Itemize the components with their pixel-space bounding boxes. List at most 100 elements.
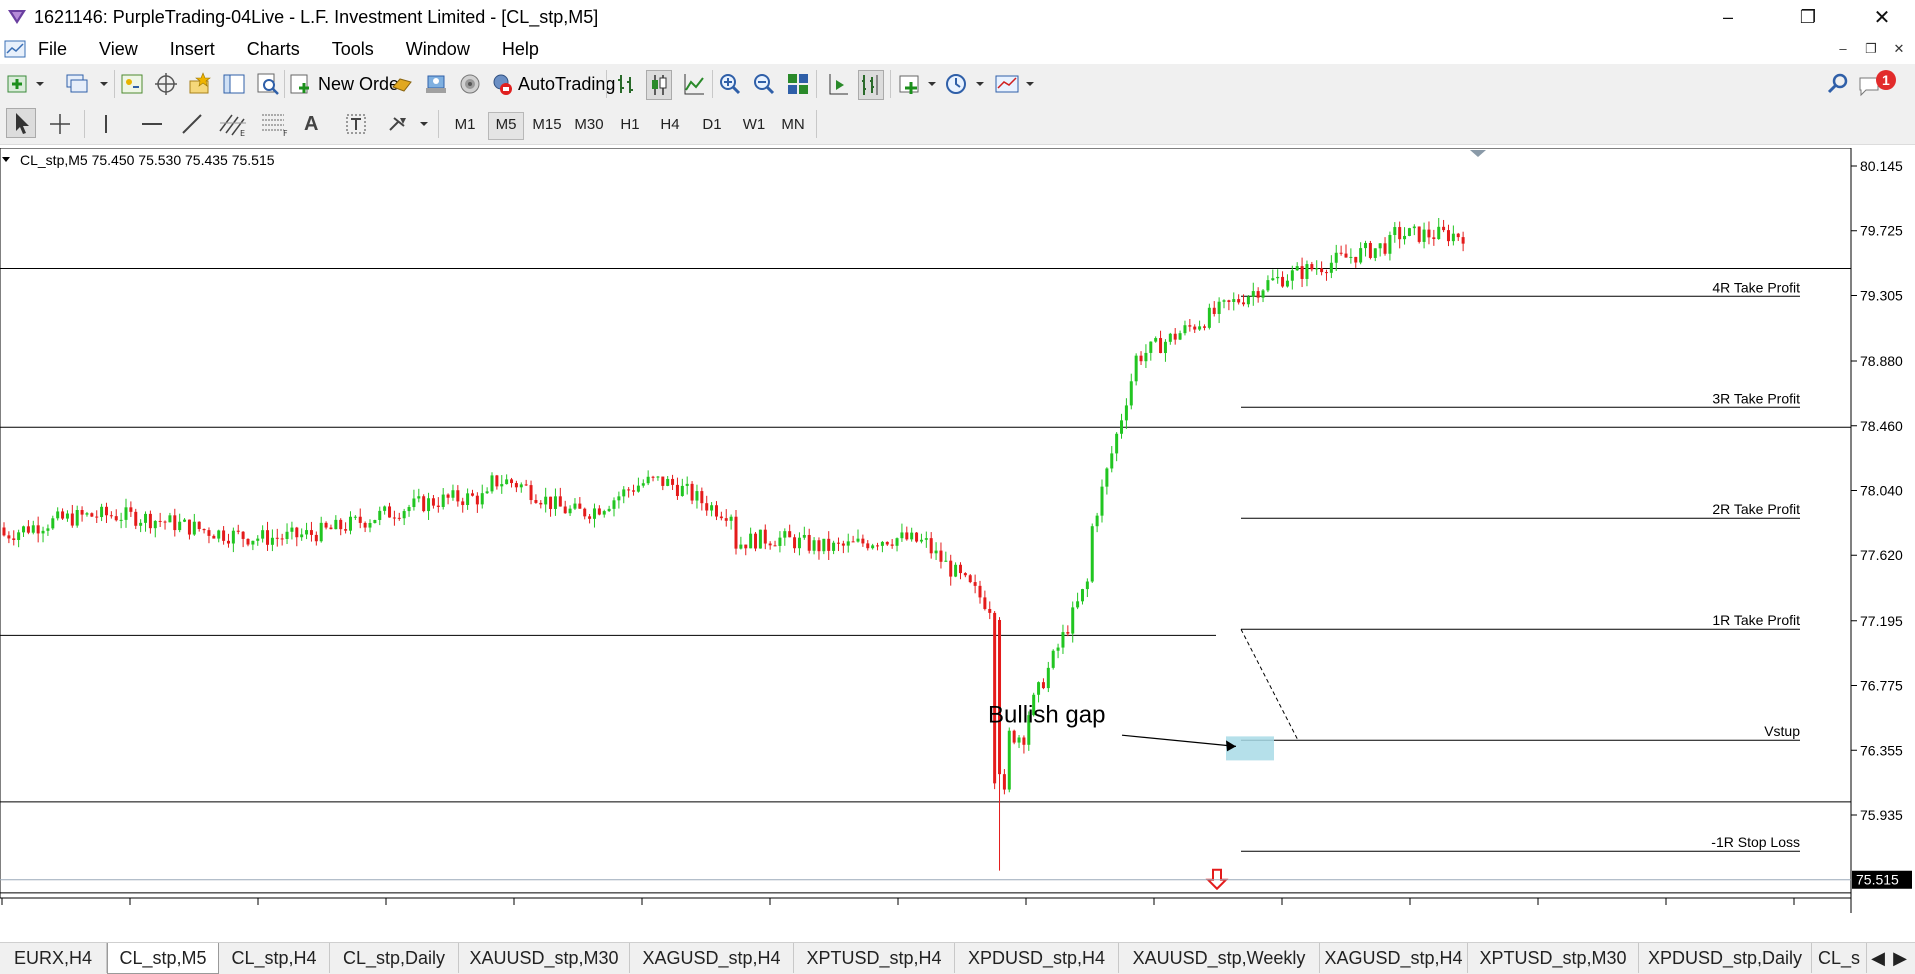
chart-header: CL_stp,M5 75.450 75.530 75.435 75.515: [20, 152, 275, 168]
tab-xagusd-stp-h4[interactable]: XAGUSD_stp,H4: [630, 943, 794, 973]
tab-xauusd-stp-m30[interactable]: XAUUSD_stp,M30: [459, 943, 630, 973]
strategy-tester-button[interactable]: [256, 70, 280, 98]
candle-body: [524, 484, 528, 486]
tile-windows-button[interactable]: [786, 70, 810, 98]
signals-button[interactable]: [424, 70, 448, 98]
timeframe-mn[interactable]: MN: [776, 112, 810, 138]
metaquotes-market-button[interactable]: [390, 70, 414, 98]
tab-xpdusd-stp-daily[interactable]: XPDUSD_stp,Daily: [1639, 943, 1812, 973]
minimize-button[interactable]: –: [1698, 0, 1758, 34]
tab-xptusd-stp-m30[interactable]: XPTUSD_stp,M30: [1468, 943, 1639, 973]
timeframe-d1[interactable]: D1: [695, 112, 729, 138]
tab-cl-s[interactable]: CL_s: [1812, 943, 1867, 973]
cursor-button[interactable]: [6, 108, 36, 138]
equidistant-channel-button[interactable]: E: [218, 110, 248, 138]
notifications-button[interactable]: 1: [1858, 70, 1898, 98]
timeframe-m5[interactable]: M5: [488, 112, 524, 140]
candle-body: [1178, 333, 1182, 340]
timeframe-h1[interactable]: H1: [613, 112, 647, 138]
candle-body: [900, 532, 904, 539]
candle-body: [12, 538, 16, 540]
menu-tools[interactable]: Tools: [316, 39, 390, 60]
menu-insert[interactable]: Insert: [154, 39, 231, 60]
navigator-button[interactable]: [188, 70, 212, 98]
timeframe-m15[interactable]: M15: [530, 112, 564, 138]
tab-xagusd-stp-h4-2[interactable]: XAGUSD_stp,H4: [1320, 943, 1468, 973]
candle-body: [734, 516, 738, 549]
candle-body: [368, 522, 372, 528]
indicators-button[interactable]: [898, 70, 942, 98]
timeframe-m1[interactable]: M1: [448, 112, 482, 138]
fibonacci-button[interactable]: F: [260, 110, 290, 138]
candle-body: [1022, 737, 1026, 745]
candle-body: [46, 528, 50, 531]
crosshair-button[interactable]: [48, 110, 72, 138]
candle-body: [807, 534, 811, 551]
tab-xpdusd-stp-h4[interactable]: XPDUSD_stp,H4: [955, 943, 1119, 973]
line-chart-button[interactable]: [682, 70, 706, 98]
data-window-button[interactable]: [154, 70, 178, 98]
candle-body: [690, 483, 694, 501]
candle-body: [1349, 256, 1353, 258]
menu-charts[interactable]: Charts: [231, 39, 316, 60]
menu-window[interactable]: Window: [390, 39, 486, 60]
timeframe-m30[interactable]: M30: [572, 112, 606, 138]
new-order-button[interactable]: New Order: [288, 70, 405, 98]
candlestick-chart-button[interactable]: [646, 70, 672, 100]
timeframe-w1[interactable]: W1: [737, 112, 771, 138]
tab-xauusd-stp-weekly[interactable]: XAUUSD_stp,Weekly: [1119, 943, 1320, 973]
candle-body: [710, 505, 714, 511]
price-chart[interactable]: 4R Take Profit 3R Take Profit 2R Take Prof…: [0, 147, 1915, 926]
bar-chart-button[interactable]: [614, 70, 638, 98]
market-watch-button[interactable]: [120, 70, 144, 98]
tab-cl-stp-h4[interactable]: CL_stp,H4: [219, 943, 330, 973]
horizontal-line-button[interactable]: [140, 110, 164, 138]
candle-body: [1271, 278, 1275, 281]
zoom-out-button[interactable]: [752, 70, 776, 98]
menu-file[interactable]: File: [26, 39, 83, 60]
text-label-button[interactable]: [344, 110, 368, 138]
menu-view[interactable]: View: [83, 39, 154, 60]
mdi-minimize-button[interactable]: –: [1832, 38, 1854, 60]
trendline-button[interactable]: [180, 110, 204, 138]
tab-cl-stp-m5[interactable]: CL_stp,M5: [107, 943, 219, 974]
maximize-button[interactable]: ❐: [1778, 0, 1838, 34]
chart-shift-button[interactable]: [858, 70, 884, 100]
tab-cl-stp-daily[interactable]: CL_stp,Daily: [330, 943, 459, 973]
tab-eurx-h4[interactable]: EURX,H4: [0, 943, 107, 973]
candle-body: [109, 515, 113, 517]
auto-scroll-button[interactable]: [826, 70, 850, 98]
new-chart-button[interactable]: [6, 70, 46, 98]
menu-bar: File View Insert Charts Tools Window Hel…: [0, 34, 1915, 64]
chart-window-icon[interactable]: [4, 39, 26, 59]
text-button[interactable]: A: [304, 110, 318, 138]
candle-body: [514, 483, 518, 488]
profiles-button[interactable]: [64, 70, 110, 98]
autotrading-button[interactable]: AutoTrading: [490, 70, 615, 98]
candle-body: [680, 485, 684, 496]
candlestick-icon: [652, 75, 667, 95]
tabs-scroll-left[interactable]: ◀: [1868, 943, 1888, 973]
tab-xptusd-stp-h4[interactable]: XPTUSD_stp,H4: [794, 943, 955, 973]
mdi-close-button[interactable]: ✕: [1888, 38, 1910, 60]
candle-body: [61, 511, 65, 519]
menu-help[interactable]: Help: [486, 39, 555, 60]
candle-body: [1168, 333, 1172, 342]
periods-button[interactable]: [944, 70, 988, 98]
close-button[interactable]: ✕: [1852, 0, 1912, 34]
candle-body: [885, 541, 889, 545]
search-button[interactable]: [1826, 70, 1850, 98]
zoom-in-button[interactable]: [718, 70, 742, 98]
vps-button[interactable]: [458, 70, 482, 98]
vertical-line-button[interactable]: [98, 110, 114, 138]
arrows-button[interactable]: [386, 110, 430, 138]
chart-window[interactable]: 4R Take Profit 3R Take Profit 2R Take Prof…: [0, 147, 1915, 926]
terminal-button[interactable]: [222, 70, 246, 98]
timeframe-h4[interactable]: H4: [653, 112, 687, 138]
candle-body: [1237, 299, 1241, 303]
templates-button[interactable]: [994, 70, 1038, 98]
mdi-restore-button[interactable]: ❐: [1860, 38, 1882, 60]
tabs-scroll-right[interactable]: ▶: [1890, 943, 1910, 973]
candle-body: [373, 519, 377, 523]
candle-body: [1437, 226, 1441, 240]
